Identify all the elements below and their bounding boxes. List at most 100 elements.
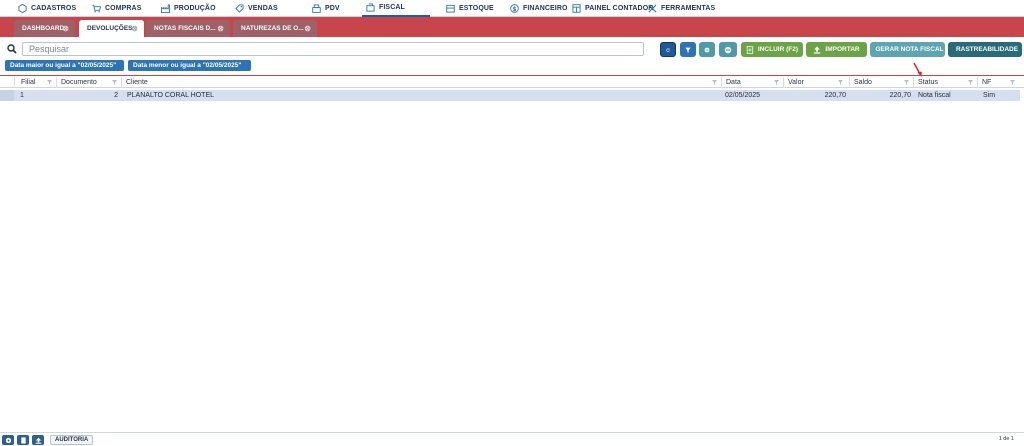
close-icon[interactable]: ⊗ xyxy=(304,24,311,33)
refresh-button[interactable] xyxy=(660,42,676,57)
minus-circle-icon xyxy=(704,47,710,52)
register-icon xyxy=(312,4,321,13)
menu-vendas[interactable]: VENDAS xyxy=(235,0,278,17)
column-label: Status xyxy=(918,79,938,86)
menu-label: ESTOQUE xyxy=(459,5,494,12)
menu-label: PDV xyxy=(325,5,340,12)
filter-chip-date-to[interactable]: Data menor ou igual a "02/05/2025" xyxy=(128,60,251,71)
column-filter-icon[interactable] xyxy=(774,80,779,85)
receipt-icon xyxy=(366,3,375,12)
calculator-icon xyxy=(572,4,581,13)
tab-naturezas[interactable]: NATUREZAS DE O... ⊗ xyxy=(233,20,317,37)
column-header-valor[interactable]: Valor xyxy=(783,77,847,88)
column-label: Valor xyxy=(788,79,804,86)
menu-label: CADASTROS xyxy=(31,5,77,12)
tab-devolucoes[interactable]: DEVOLUÇÕES ⊗ xyxy=(79,20,144,37)
column-label: Saldo xyxy=(854,79,872,86)
traceability-label: RASTREABILIDADE xyxy=(955,46,1019,53)
menu-label: FINANCEIRO xyxy=(523,5,568,12)
box-icon xyxy=(446,4,455,13)
pagination-info: 1 de 1 xyxy=(998,436,1014,442)
cell-saldo: 220,70 xyxy=(889,92,911,99)
column-filter-icon[interactable] xyxy=(904,80,909,85)
cell-filial: 1 xyxy=(20,92,24,99)
table-row[interactable]: 1 2 PLANALTO CORAL HOTEL 02/05/2025 220,… xyxy=(14,90,1020,101)
tab-dashboard[interactable]: DASHBOARD ⊗ xyxy=(14,20,75,37)
menu-label: FERRAMENTAS xyxy=(661,5,716,12)
cell-status: Nota fiscal xyxy=(918,92,951,99)
traceability-button[interactable]: RASTREABILIDADE xyxy=(948,42,1022,57)
column-header-data[interactable]: Data xyxy=(721,77,783,88)
filter-button[interactable] xyxy=(680,42,696,57)
tab-label: NATUREZAS DE O... xyxy=(241,25,304,32)
column-label: Data xyxy=(726,79,741,86)
tab-notas-fiscais[interactable]: NOTAS FISCAIS D... ⊗ xyxy=(146,20,230,37)
expand-button[interactable] xyxy=(719,42,737,57)
tab-label: DEVOLUÇÕES xyxy=(87,25,133,32)
menu-label: PRODUÇÃO xyxy=(174,5,216,12)
tab-bar: DASHBOARD ⊗ DEVOLUÇÕES ⊗ NOTAS FISCAIS D… xyxy=(0,17,1024,37)
cell-nf: Sim xyxy=(983,92,996,99)
collapse-button[interactable] xyxy=(699,42,715,57)
column-filter-icon[interactable] xyxy=(1010,80,1015,85)
menu-label: VENDAS xyxy=(248,5,278,12)
column-filter-icon[interactable] xyxy=(712,80,717,85)
grid-header: Filial Documento Cliente Data Valor Sald… xyxy=(0,77,1024,88)
document-plus-icon xyxy=(746,45,754,54)
column-filter-icon[interactable] xyxy=(838,80,843,85)
menu-cadastros[interactable]: CADASTROS xyxy=(18,0,76,17)
tag-icon xyxy=(235,4,244,13)
report-button[interactable] xyxy=(17,435,29,445)
cell-data: 02/05/2025 xyxy=(725,92,761,99)
generate-invoice-button[interactable]: GERAR NOTA FISCAL xyxy=(870,42,945,57)
cart-icon xyxy=(92,4,101,13)
menu-pdv[interactable]: PDV xyxy=(312,0,340,17)
close-icon[interactable]: ⊗ xyxy=(217,24,224,33)
column-filter-icon[interactable] xyxy=(968,80,973,85)
column-header-filial[interactable]: Filial xyxy=(14,77,56,88)
menu-fiscal[interactable]: FISCAL xyxy=(362,0,430,17)
include-button[interactable]: INCLUIR (F2) xyxy=(741,42,803,57)
export-button[interactable] xyxy=(32,435,44,445)
menu-ferramentas[interactable]: FERRAMENTAS xyxy=(648,0,715,17)
bottom-bar: AUDITORIA 1 de 1 xyxy=(0,432,1024,446)
menu-label: FISCAL xyxy=(379,4,405,11)
svg-text:$: $ xyxy=(512,7,516,13)
column-filter-icon[interactable] xyxy=(112,80,117,85)
column-header-saldo[interactable]: Saldo xyxy=(849,77,913,88)
factory-icon xyxy=(161,4,170,13)
cell-documento: 2 xyxy=(114,92,118,99)
column-label: NF xyxy=(982,79,992,86)
close-icon[interactable]: ⊗ xyxy=(131,24,138,33)
menu-painel-contador[interactable]: PAINEL CONTADOR xyxy=(572,0,653,17)
document-icon xyxy=(20,436,26,444)
search-input[interactable] xyxy=(22,42,644,56)
search-icon xyxy=(7,44,17,54)
row-selector[interactable] xyxy=(0,90,14,101)
import-button[interactable]: IMPORTAR xyxy=(806,42,867,57)
menu-label: PAINEL CONTADOR xyxy=(585,5,654,12)
menu-financeiro[interactable]: $ FINANCEIRO xyxy=(510,0,568,17)
audit-button[interactable]: AUDITORIA xyxy=(50,435,94,445)
cell-cliente: PLANALTO CORAL HOTEL xyxy=(127,92,215,99)
column-header-nf[interactable]: NF xyxy=(977,77,1019,88)
hexagon-icon xyxy=(18,4,27,13)
menu-label: COMPRAS xyxy=(105,5,142,12)
tab-label: DASHBOARD xyxy=(22,25,65,32)
column-label: Documento xyxy=(61,79,97,86)
column-header-cliente[interactable]: Cliente xyxy=(121,77,721,88)
column-label: Cliente xyxy=(126,79,148,86)
column-header-status[interactable]: Status xyxy=(913,77,977,88)
close-icon[interactable]: ⊗ xyxy=(62,24,69,33)
column-header-documento[interactable]: Documento xyxy=(56,77,121,88)
menu-estoque[interactable]: ESTOQUE xyxy=(446,0,494,17)
column-label: Filial xyxy=(21,79,36,86)
column-filter-icon[interactable] xyxy=(47,80,52,85)
include-label: INCLUIR (F2) xyxy=(757,46,798,53)
upload-icon xyxy=(35,436,41,444)
menu-compras[interactable]: COMPRAS xyxy=(92,0,141,17)
menu-producao[interactable]: PRODUÇÃO xyxy=(161,0,216,17)
settings-button[interactable] xyxy=(2,435,14,445)
gear-icon xyxy=(5,437,11,443)
filter-chip-date-from[interactable]: Data maior ou igual a "02/05/2025" xyxy=(5,60,124,71)
